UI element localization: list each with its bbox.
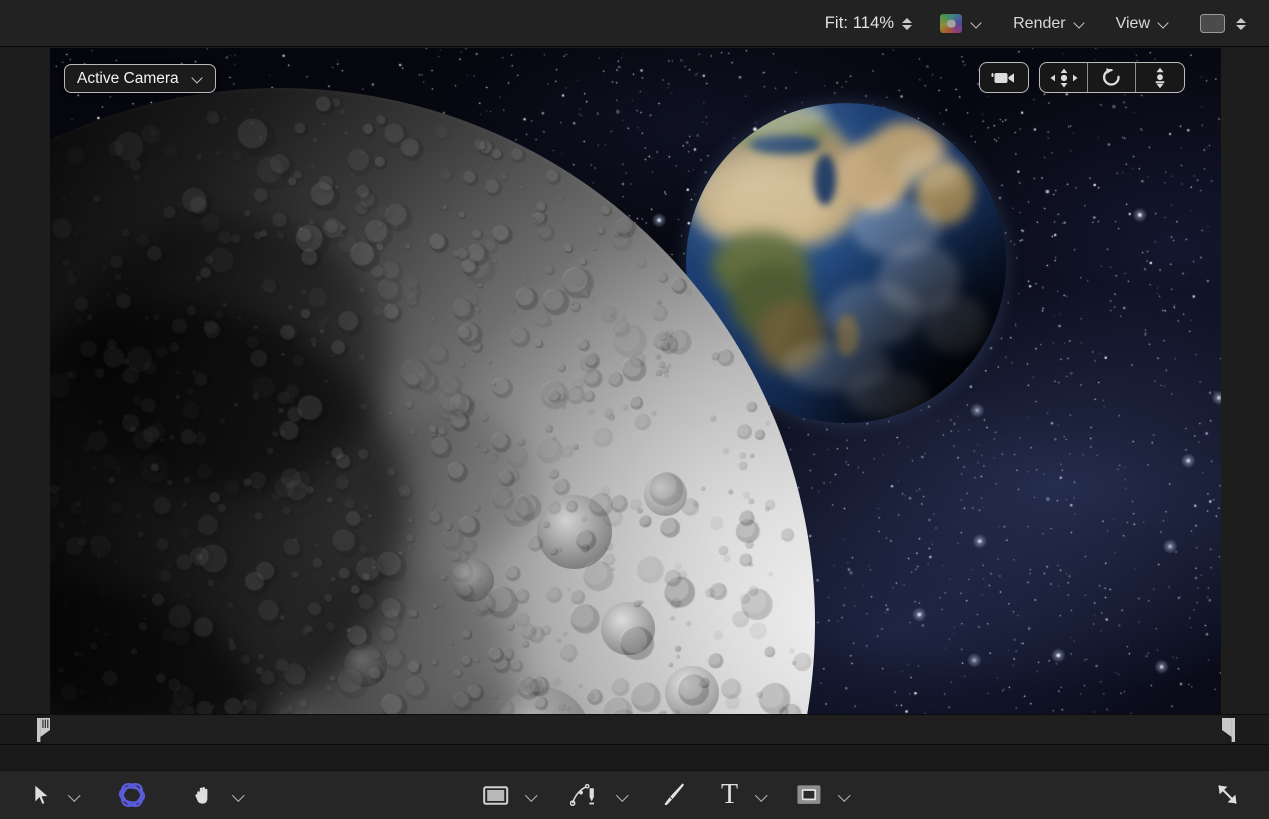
chevron-down-icon[interactable] xyxy=(526,789,538,801)
color-wheel-icon xyxy=(940,14,962,33)
four-way-arrows-icon xyxy=(1050,68,1078,88)
select-tool[interactable] xyxy=(27,778,87,812)
camera-transform-group xyxy=(1039,62,1185,93)
transform-3d-tool[interactable] xyxy=(111,778,153,812)
camera-button[interactable] xyxy=(980,63,1028,92)
in-point-marker-icon[interactable] xyxy=(37,718,51,742)
moon-surface-texture xyxy=(50,88,815,714)
scene-viewport[interactable]: Active Camera xyxy=(50,48,1221,714)
out-point-marker-icon[interactable] xyxy=(1221,718,1235,742)
scrub-bar[interactable] xyxy=(0,714,1269,745)
timeline-strip-right-pad xyxy=(1225,745,1269,770)
video-camera-icon xyxy=(991,70,1017,86)
display-rectangle-icon xyxy=(1200,14,1225,33)
chevron-down-icon[interactable] xyxy=(617,789,629,801)
chevron-down-icon[interactable] xyxy=(756,789,768,801)
fit-zoom-label: Fit: 114% xyxy=(825,14,894,33)
paint-tool[interactable] xyxy=(655,778,691,812)
view-menu-label: View xyxy=(1116,15,1150,33)
shape-tool[interactable] xyxy=(477,778,544,812)
scrub-track[interactable] xyxy=(44,715,1225,744)
active-camera-dropdown[interactable]: Active Camera xyxy=(64,64,216,93)
bottom-toolbar: T xyxy=(0,770,1269,819)
chevron-down-icon[interactable] xyxy=(839,789,851,801)
paint-brush-icon xyxy=(661,782,685,808)
up-down-arrows-icon xyxy=(1152,67,1168,89)
stepper-up-down-icon[interactable] xyxy=(1235,14,1246,34)
active-camera-label: Active Camera xyxy=(77,70,179,88)
orbit-rings-icon xyxy=(117,781,147,809)
circular-arrow-icon xyxy=(1101,67,1123,88)
chevron-down-icon xyxy=(1159,18,1170,29)
color-channels-menu[interactable] xyxy=(931,10,992,38)
orbit-button[interactable] xyxy=(1088,63,1136,92)
resize-canvas-button[interactable] xyxy=(1209,778,1247,812)
rectangle-shape-icon xyxy=(483,785,509,806)
camera-tool-groups xyxy=(979,62,1185,93)
bezier-pen-tool[interactable] xyxy=(564,778,635,812)
stepper-up-down-icon[interactable] xyxy=(901,14,912,34)
camera-view-group xyxy=(979,62,1029,93)
fit-zoom-control[interactable]: Fit: 114% xyxy=(816,10,921,38)
chevron-down-icon xyxy=(193,73,205,85)
text-t-icon: T xyxy=(719,781,740,809)
chevron-down-icon[interactable] xyxy=(69,789,81,801)
arrow-pointer-icon xyxy=(33,784,51,806)
display-layout-control[interactable] xyxy=(1191,10,1255,38)
chevron-down-icon[interactable] xyxy=(233,789,245,801)
timeline-strip xyxy=(0,745,1269,770)
diagonal-resize-arrows-icon xyxy=(1215,782,1241,808)
view-menu[interactable]: View xyxy=(1107,10,1179,38)
mask-rectangle-icon xyxy=(796,783,822,807)
render-menu[interactable]: Render xyxy=(1004,10,1094,38)
canvas-viewer-window: Fit: 114% Render View xyxy=(0,0,1269,819)
hand-icon xyxy=(191,783,215,807)
pan-button[interactable] xyxy=(1040,63,1088,92)
pan-tool[interactable] xyxy=(185,778,251,812)
chevron-down-icon xyxy=(972,18,983,29)
timeline-strip-left-pad xyxy=(0,745,44,770)
top-toolbar: Fit: 114% Render View xyxy=(0,0,1269,47)
text-tool[interactable]: T xyxy=(713,778,774,812)
mask-tool[interactable] xyxy=(790,778,857,812)
pen-nib-icon xyxy=(570,782,600,808)
chevron-down-icon xyxy=(1075,18,1086,29)
canvas-area[interactable]: Active Camera xyxy=(0,47,1269,714)
render-menu-label: Render xyxy=(1013,15,1065,33)
moon-object[interactable] xyxy=(50,88,815,714)
dolly-button[interactable] xyxy=(1136,63,1184,92)
